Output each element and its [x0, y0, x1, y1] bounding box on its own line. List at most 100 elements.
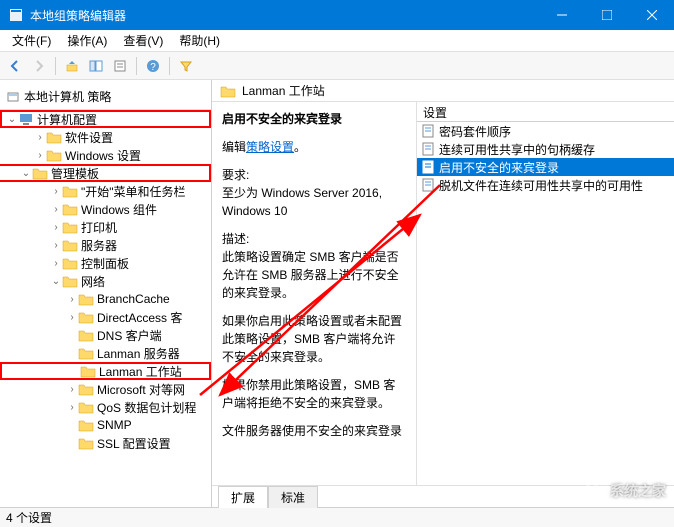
expand-icon[interactable]: ›: [66, 384, 78, 395]
tree-label: QoS 数据包计划程: [97, 399, 196, 416]
list-item[interactable]: 密码套件顺序: [417, 122, 674, 140]
folder-icon: [62, 220, 78, 234]
desc-p4: 文件服务器使用不安全的来宾登录: [222, 422, 406, 440]
collapse-icon[interactable]: ⌄: [20, 168, 32, 179]
folder-icon: [62, 184, 78, 198]
tree-panel[interactable]: 本地计算机 策略 ⌄ 计算机配置 ›软件设置 › Windows 设置 ⌄ 管理模板…: [0, 80, 212, 507]
tree-label: BranchCache: [97, 292, 170, 306]
tree-label: 管理模板: [51, 165, 99, 182]
collapse-icon[interactable]: ⌄: [50, 276, 62, 287]
tree-start-taskbar[interactable]: ›"开始"菜单和任务栏: [0, 182, 211, 200]
help-button[interactable]: ?: [142, 55, 164, 77]
folder-icon: [62, 202, 78, 216]
req-label: 要求:: [222, 168, 249, 182]
folder-icon: [78, 346, 94, 360]
setting-icon: [421, 124, 435, 138]
policy-title: 启用不安全的来宾登录: [222, 110, 406, 128]
description-panel: 启用不安全的来宾登录 编辑策略设置。 要求:至少为 Windows Server…: [212, 102, 417, 485]
settings-list[interactable]: 设置 密码套件顺序 连续可用性共享中的句柄缓存 启用不安全的来宾登录 脱机文件在…: [417, 102, 674, 485]
folder-icon: [78, 436, 94, 450]
expand-icon[interactable]: ›: [66, 402, 78, 413]
minimize-button[interactable]: [539, 0, 584, 30]
filter-button[interactable]: [175, 55, 197, 77]
close-button[interactable]: [629, 0, 674, 30]
show-hide-tree-button[interactable]: [85, 55, 107, 77]
menu-view[interactable]: 查看(V): [115, 30, 171, 51]
expand-icon[interactable]: ›: [66, 312, 78, 323]
collapse-icon[interactable]: ⌄: [6, 114, 18, 125]
menu-action[interactable]: 操作(A): [59, 30, 115, 51]
tree-computer-config[interactable]: ⌄ 计算机配置: [0, 110, 211, 128]
up-button[interactable]: [61, 55, 83, 77]
menu-file[interactable]: 文件(F): [4, 30, 59, 51]
expand-icon[interactable]: ›: [66, 294, 78, 305]
window-title: 本地组策略编辑器: [30, 7, 539, 24]
expand-icon[interactable]: ›: [34, 132, 46, 143]
expand-icon[interactable]: ›: [50, 186, 62, 197]
tree-root[interactable]: 本地计算机 策略: [0, 84, 211, 110]
menu-help[interactable]: 帮助(H): [171, 30, 228, 51]
folder-icon: [32, 166, 48, 180]
expand-icon[interactable]: ›: [50, 222, 62, 233]
policy-icon: [6, 90, 20, 104]
tree-label: Windows 设置: [65, 147, 141, 164]
desc-p1: 此策略设置确定 SMB 客户端是否允许在 SMB 服务器上进行不安全的来宾登录。: [222, 250, 399, 300]
tree-lanman-server[interactable]: Lanman 服务器: [0, 344, 211, 362]
maximize-button[interactable]: [584, 0, 629, 30]
folder-icon: [62, 238, 78, 252]
folder-icon: [220, 84, 236, 98]
title-bar: 本地组策略编辑器: [0, 0, 674, 30]
tree-microsoft-peer[interactable]: ›Microsoft 对等网: [0, 380, 211, 398]
expand-icon[interactable]: ›: [50, 240, 62, 251]
tree-windows-components[interactable]: ›Windows 组件: [0, 200, 211, 218]
tree-control-panel[interactable]: › 控制面板: [0, 254, 211, 272]
tree-dns-client[interactable]: DNS 客户端: [0, 326, 211, 344]
expand-icon[interactable]: ›: [34, 150, 46, 161]
desc-label: 描述:: [222, 232, 249, 246]
tree-lanman-workstation[interactable]: Lanman 工作站: [0, 362, 211, 380]
tree-ssl-config[interactable]: SSL 配置设置: [0, 434, 211, 452]
list-item-label: 脱机文件在连续可用性共享中的可用性: [439, 177, 643, 194]
edit-policy-link[interactable]: 策略设置: [246, 140, 294, 154]
tree-network[interactable]: ⌄网络: [0, 272, 211, 290]
tree-admin-templates[interactable]: ⌄ 管理模板: [0, 164, 211, 182]
folder-icon: [78, 400, 94, 414]
list-item-label: 连续可用性共享中的句柄缓存: [439, 141, 595, 158]
tree-server[interactable]: ›服务器: [0, 236, 211, 254]
tree-software-settings[interactable]: ›软件设置: [0, 128, 211, 146]
list-item-selected[interactable]: 启用不安全的来宾登录: [417, 158, 674, 176]
main-header: Lanman 工作站: [212, 80, 674, 102]
tab-extended[interactable]: 扩展: [218, 486, 268, 508]
view-tabs: 扩展 标准: [212, 485, 674, 507]
list-column-header[interactable]: 设置: [417, 102, 674, 122]
list-item[interactable]: 脱机文件在连续可用性共享中的可用性: [417, 176, 674, 194]
status-text: 4 个设置: [6, 509, 52, 526]
expand-icon[interactable]: ›: [50, 258, 62, 269]
folder-icon: [46, 130, 62, 144]
tab-standard[interactable]: 标准: [268, 486, 318, 508]
tree-label: 计算机配置: [37, 111, 97, 128]
list-item[interactable]: 连续可用性共享中的句柄缓存: [417, 140, 674, 158]
properties-button[interactable]: [109, 55, 131, 77]
tree-qos[interactable]: › QoS 数据包计划程: [0, 398, 211, 416]
tree-label: DirectAccess 客: [97, 309, 182, 326]
forward-button[interactable]: [28, 55, 50, 77]
computer-icon: [18, 112, 34, 126]
tree-directaccess[interactable]: › DirectAccess 客: [0, 308, 211, 326]
tree-branchcache[interactable]: › BranchCache: [0, 290, 211, 308]
back-button[interactable]: [4, 55, 26, 77]
main-panel: Lanman 工作站 启用不安全的来宾登录 编辑策略设置。 要求:至少为 Win…: [212, 80, 674, 507]
tree-label: 控制面板: [81, 255, 129, 272]
folder-icon: [46, 148, 62, 162]
tree-label: DNS 客户端: [97, 327, 162, 344]
expand-icon[interactable]: ›: [50, 204, 62, 215]
tree-windows-settings[interactable]: › Windows 设置: [0, 146, 211, 164]
setting-icon: [421, 178, 435, 192]
tree-root-label: 本地计算机 策略: [24, 88, 111, 105]
tree-printers[interactable]: ›打印机: [0, 218, 211, 236]
status-bar: 4 个设置: [0, 507, 674, 527]
toolbar: ?: [0, 52, 674, 80]
svg-text:?: ?: [150, 62, 156, 73]
desc-p3: 如果你禁用此策略设置，SMB 客户端将拒绝不安全的来宾登录。: [222, 376, 406, 412]
tree-snmp[interactable]: SNMP: [0, 416, 211, 434]
